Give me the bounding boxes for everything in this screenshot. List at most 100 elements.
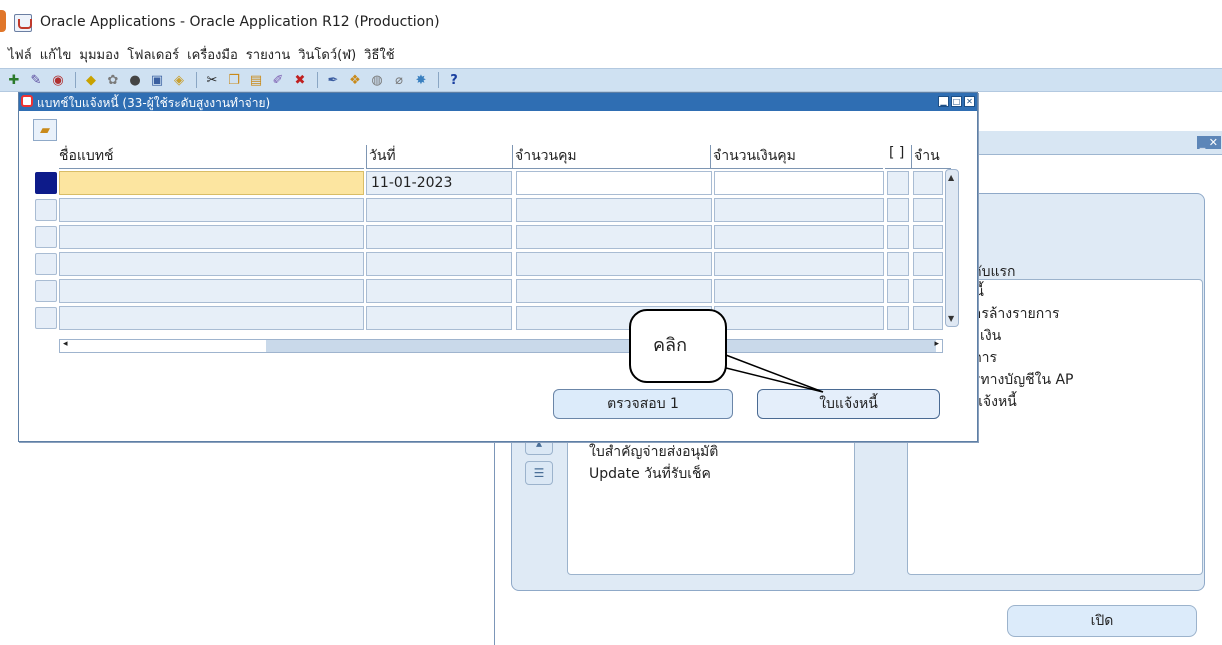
truncated-cell[interactable] xyxy=(913,225,943,249)
list-item[interactable]: Update วันที่รับเช็ค xyxy=(589,463,718,485)
batch-window-title: แบทช์ใบแจ้งหนี้ (33-ผู้ใช้ระดับสูงงานทำจ… xyxy=(37,96,271,110)
truncated-cell[interactable] xyxy=(913,171,943,195)
toolbar-separator xyxy=(75,72,76,88)
batch-date-cell[interactable] xyxy=(366,198,512,222)
list-item[interactable]: ารทางบัญชีใน AP xyxy=(965,369,1074,391)
list-item[interactable]: ยการ xyxy=(965,347,1074,369)
navigator-icon[interactable]: ◉ xyxy=(48,71,68,89)
batch-name-cell[interactable] xyxy=(59,171,364,195)
toolbar-separator xyxy=(438,72,439,88)
menu-folder[interactable]: โฟลเดอร์ xyxy=(123,42,183,64)
flexfield-cell[interactable] xyxy=(887,306,909,330)
clear-record-icon[interactable]: ✐ xyxy=(268,71,288,89)
row-indicator[interactable] xyxy=(35,253,57,275)
close-icon[interactable]: ✕ xyxy=(964,96,975,107)
close-form-icon[interactable]: ◈ xyxy=(169,71,189,89)
edit-field-icon[interactable]: ✒ xyxy=(323,71,343,89)
menu-edit[interactable]: แก้ไข xyxy=(36,42,76,64)
maximize-icon[interactable]: □ xyxy=(951,96,962,107)
control-amount-cell[interactable] xyxy=(714,225,884,249)
translations-icon[interactable]: ◍ xyxy=(367,71,387,89)
vertical-scrollbar[interactable]: ▲ ▼ xyxy=(945,169,959,327)
navigator-functions-items: หนี้ การล้างรายการ ระเงิน ยการ ารทางบัญช… xyxy=(965,281,1074,413)
delete-record-icon[interactable]: ✖ xyxy=(290,71,310,89)
paste-icon[interactable]: ▤ xyxy=(246,71,266,89)
menu-window[interactable]: วินโดว์(ฬ) xyxy=(294,42,360,64)
batch-date-cell[interactable] xyxy=(366,306,512,330)
flexfield-cell[interactable] xyxy=(887,252,909,276)
control-amount-cell[interactable] xyxy=(714,279,884,303)
menu-file[interactable]: ไฟล์ xyxy=(4,42,36,64)
cut-icon[interactable]: ✂ xyxy=(202,71,222,89)
batch-date-cell[interactable]: 11-01-2023 xyxy=(366,171,512,195)
batch-name-cell[interactable] xyxy=(59,279,364,303)
app-title: Oracle Applications - Oracle Application… xyxy=(40,14,440,30)
batch-name-cell[interactable] xyxy=(59,306,364,330)
scroll-right-icon[interactable]: ▸ xyxy=(934,339,939,349)
scroll-up-icon[interactable]: ▲ xyxy=(948,173,954,182)
list-item[interactable]: การล้างรายการ xyxy=(965,303,1074,325)
flexfield-cell[interactable] xyxy=(887,225,909,249)
row-indicator[interactable] xyxy=(35,199,57,221)
batch-name-cell[interactable] xyxy=(59,225,364,249)
truncated-cell[interactable] xyxy=(913,252,943,276)
control-amount-cell[interactable] xyxy=(714,171,884,195)
column-header-control-amount: จำนวนเงินคุม xyxy=(710,145,883,169)
menu-reports[interactable]: รายงาน xyxy=(242,42,294,64)
help-icon[interactable]: ? xyxy=(444,71,464,89)
scroll-down-icon[interactable]: ▼ xyxy=(948,314,954,323)
verify-button[interactable]: ตรวจสอบ 1 xyxy=(553,389,733,419)
list-item[interactable]: ระเงิน xyxy=(965,325,1074,347)
column-header-descriptive-flexfield[interactable]: [ ] xyxy=(885,145,911,169)
control-count-cell[interactable] xyxy=(516,171,712,195)
folder-icon[interactable]: ▰ xyxy=(33,119,57,141)
horizontal-scrollbar[interactable]: ◂ ▸ xyxy=(59,339,943,353)
flexfield-cell[interactable] xyxy=(887,198,909,222)
row-indicator[interactable] xyxy=(35,172,57,194)
scroll-track[interactable] xyxy=(266,340,936,352)
control-amount-cell[interactable] xyxy=(714,198,884,222)
control-count-cell[interactable] xyxy=(516,279,712,303)
navigator-window-controls[interactable]: _ ✕ xyxy=(1196,136,1221,149)
copy-icon[interactable]: ❐ xyxy=(224,71,244,89)
row-indicator[interactable] xyxy=(35,280,57,302)
zoom-icon[interactable]: ❖ xyxy=(345,71,365,89)
scroll-left-icon[interactable]: ◂ xyxy=(63,339,68,349)
next-step-icon[interactable]: ✿ xyxy=(103,71,123,89)
control-count-cell[interactable] xyxy=(516,198,712,222)
navigator-side-button[interactable]: ☰ xyxy=(525,461,553,485)
batch-date-cell[interactable] xyxy=(366,252,512,276)
row-indicator[interactable] xyxy=(35,307,57,329)
truncated-cell[interactable] xyxy=(913,306,943,330)
control-amount-cell[interactable] xyxy=(714,306,884,330)
invoices-button[interactable]: ใบแจ้งหนี้ xyxy=(757,389,940,419)
menu-view[interactable]: มุมมอง xyxy=(75,42,123,64)
print-icon[interactable]: ▣ xyxy=(147,71,167,89)
toolbar-separator xyxy=(317,72,318,88)
minimize-icon[interactable]: ▁ xyxy=(938,96,949,107)
row-indicator[interactable] xyxy=(35,226,57,248)
open-button[interactable]: เปิด xyxy=(1007,605,1197,637)
batch-date-cell[interactable] xyxy=(366,279,512,303)
menu-help[interactable]: วิธีใช้ xyxy=(360,42,398,64)
batch-date-cell[interactable] xyxy=(366,225,512,249)
folder-tools-icon[interactable]: ✸ xyxy=(411,71,431,89)
menu-tools[interactable]: เครื่องมือ xyxy=(183,42,242,64)
batch-name-cell[interactable] xyxy=(59,198,364,222)
control-count-cell[interactable] xyxy=(516,252,712,276)
list-item[interactable]: บแจ้งหนี้ xyxy=(965,391,1074,413)
control-amount-cell[interactable] xyxy=(714,252,884,276)
flexfield-cell[interactable] xyxy=(887,279,909,303)
list-item[interactable]: หนี้ xyxy=(965,281,1074,303)
find-icon[interactable]: ✎ xyxy=(26,71,46,89)
truncated-cell[interactable] xyxy=(913,279,943,303)
list-item[interactable]: ใบสำคัญจ่ายส่งอนุมัติ xyxy=(589,441,718,463)
attachments-icon[interactable]: ⌀ xyxy=(389,71,409,89)
flexfield-cell[interactable] xyxy=(887,171,909,195)
new-record-icon[interactable]: ✚ xyxy=(4,71,24,89)
truncated-cell[interactable] xyxy=(913,198,943,222)
save-icon[interactable]: ◆ xyxy=(81,71,101,89)
switch-responsibility-icon[interactable]: ● xyxy=(125,71,145,89)
control-count-cell[interactable] xyxy=(516,225,712,249)
batch-name-cell[interactable] xyxy=(59,252,364,276)
